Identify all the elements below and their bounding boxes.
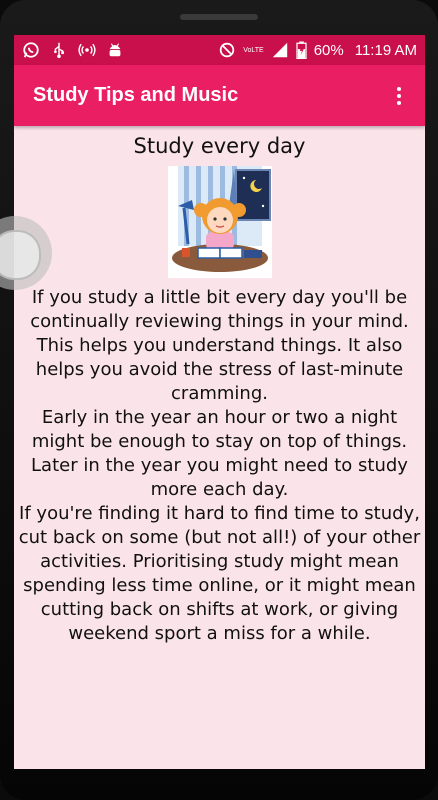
article-heading: Study every day (133, 134, 306, 158)
paragraph: If you study a little bit every day you'… (30, 287, 409, 404)
app-title: Study Tips and Music (33, 84, 239, 106)
phone-frame: VoLTE 60% 11:19 AM Study Tips and Music (0, 0, 438, 800)
floating-assistive-ball[interactable] (0, 212, 60, 292)
paragraph: Early in the year an hour or two a night… (31, 407, 408, 500)
whatsapp-icon (23, 42, 39, 58)
app-bar: Study Tips and Music (14, 65, 425, 126)
status-bar: VoLTE 60% 11:19 AM (14, 35, 425, 65)
battery-percent: 60% (313, 41, 344, 59)
battery-icon (296, 41, 307, 59)
article-content: Study every day If you study a little bi… (14, 126, 425, 769)
signal-icon (272, 42, 287, 58)
no-disturb-icon (220, 42, 235, 58)
article-body: If you study a little bit every day you'… (14, 286, 425, 646)
more-vert-icon[interactable] (389, 82, 409, 110)
usb-icon (54, 42, 64, 59)
phone-speaker (180, 14, 258, 20)
girl-studying-illustration (167, 166, 272, 278)
paragraph: If you're finding it hard to find time t… (18, 503, 421, 644)
volte-indicator: VoLTE (243, 46, 264, 54)
screen: VoLTE 60% 11:19 AM Study Tips and Music (14, 35, 425, 769)
android-debug-icon (109, 43, 121, 57)
hotspot-icon (78, 43, 96, 57)
clock: 11:19 AM (354, 41, 417, 59)
